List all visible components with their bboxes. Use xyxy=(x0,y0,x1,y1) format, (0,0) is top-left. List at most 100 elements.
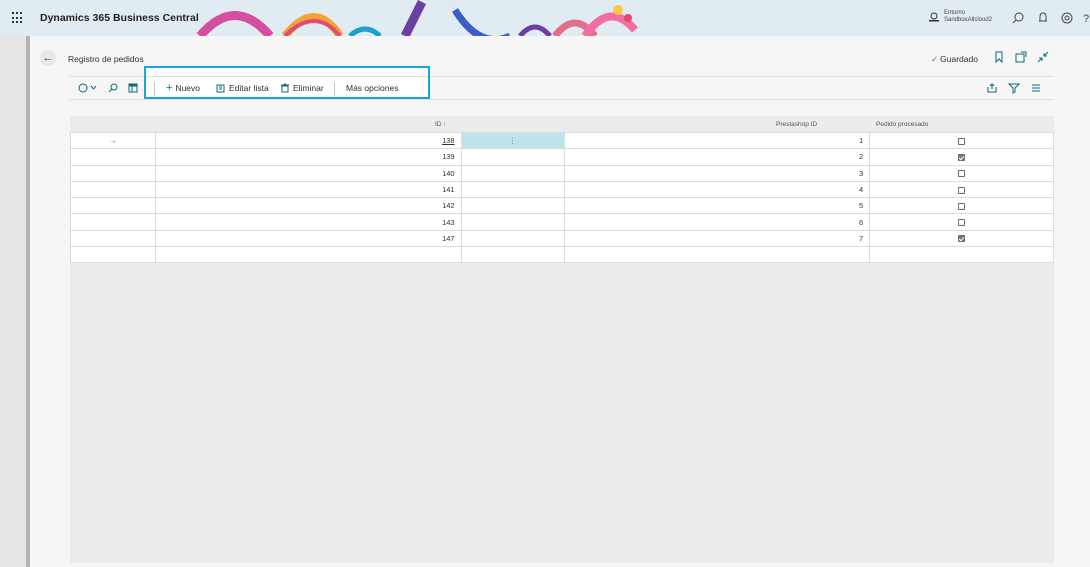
id-value: 139 xyxy=(442,152,455,162)
open-new-window-icon[interactable] xyxy=(1015,51,1027,63)
bookmark-icon[interactable] xyxy=(993,51,1005,63)
table-row[interactable]: 139 2 xyxy=(70,148,1054,166)
cell-empty[interactable] xyxy=(460,213,565,231)
saved-label: Guardado xyxy=(940,54,978,64)
table-row[interactable]: 141 4 xyxy=(70,180,1054,199)
id-value[interactable]: 138 xyxy=(442,136,455,145)
cell-prestashop-id[interactable]: 1 xyxy=(563,131,871,150)
help-icon[interactable]: ? xyxy=(1081,11,1090,25)
prestashop-id-value: 5 xyxy=(859,201,864,211)
cell-empty[interactable] xyxy=(869,246,1054,264)
layout-icon[interactable] xyxy=(128,83,138,93)
cell-prestashop-id[interactable]: 5 xyxy=(563,197,871,215)
id-value: 141 xyxy=(442,185,455,195)
prestashop-id-value: 7 xyxy=(859,233,864,243)
cell-id[interactable]: 147 xyxy=(154,229,462,248)
cell-prestashop-id[interactable]: 3 xyxy=(563,164,871,182)
app-header: Dynamics 365 Business Central Entorno Sa… xyxy=(0,0,1090,36)
column-header-id[interactable]: ID ↑ xyxy=(435,121,447,128)
cell-processed[interactable] xyxy=(869,229,1054,248)
table-row[interactable]: 143 6 xyxy=(70,213,1054,231)
cell-id[interactable]: 138 xyxy=(154,131,462,150)
column-header-prestashop-id[interactable]: Prestashop ID xyxy=(776,121,817,128)
collapse-icon[interactable] xyxy=(1037,51,1049,63)
search-list-icon[interactable] xyxy=(108,83,118,93)
cell-processed[interactable] xyxy=(869,213,1054,231)
processed-checkbox[interactable] xyxy=(958,153,966,161)
page-content: ← Registro de pedidos ✓ Guardado + Nuevo … xyxy=(30,36,1090,567)
id-value: 147 xyxy=(442,233,455,243)
processed-checkbox[interactable] xyxy=(958,219,966,227)
cell-processed[interactable] xyxy=(869,164,1054,182)
cell-empty[interactable] xyxy=(460,246,565,264)
filter-icon[interactable] xyxy=(1008,82,1020,94)
app-launcher-icon[interactable] xyxy=(12,12,24,24)
table-row[interactable]: → 138 ⋮ 1 xyxy=(70,131,1054,150)
back-arrow-icon: ← xyxy=(42,52,54,64)
cell-processed[interactable] xyxy=(869,131,1054,150)
row-indicator[interactable] xyxy=(70,148,156,166)
environment-info[interactable]: Entorno SandboxAllcloud2 xyxy=(928,10,992,24)
list-view-icon[interactable] xyxy=(1030,82,1042,94)
back-button[interactable]: ← xyxy=(40,50,56,66)
cell-processed[interactable] xyxy=(869,180,1054,199)
cell-empty[interactable] xyxy=(460,229,565,248)
cell-empty[interactable] xyxy=(154,246,462,264)
environment-label: Entorno xyxy=(944,10,966,16)
prestashop-id-value: 1 xyxy=(859,136,864,146)
processed-checkbox[interactable] xyxy=(958,235,966,243)
saved-status: ✓ Guardado xyxy=(931,54,978,65)
cell-empty[interactable] xyxy=(460,148,565,166)
row-indicator[interactable] xyxy=(70,180,156,199)
processed-checkbox[interactable] xyxy=(958,170,966,178)
processed-checkbox[interactable] xyxy=(958,186,966,194)
cell-empty[interactable] xyxy=(563,246,871,264)
table-row[interactable]: 142 5 xyxy=(70,197,1054,215)
cell-prestashop-id[interactable]: 6 xyxy=(563,213,871,231)
row-indicator[interactable] xyxy=(70,213,156,231)
row-indicator[interactable] xyxy=(70,229,156,248)
processed-checkbox[interactable] xyxy=(958,137,966,145)
cell-empty[interactable] xyxy=(460,197,565,215)
row-actions-menu[interactable]: ⋮ xyxy=(460,131,565,150)
processed-checkbox[interactable] xyxy=(958,202,966,210)
cell-prestashop-id[interactable]: 2 xyxy=(563,148,871,166)
current-row-arrow-icon[interactable]: → xyxy=(70,131,156,150)
id-value: 142 xyxy=(442,201,455,211)
table-row[interactable]: 140 3 xyxy=(70,164,1054,182)
app-title[interactable]: Dynamics 365 Business Central xyxy=(40,12,199,24)
orders-table: → 138 ⋮ 1 139 2 140 3 141 4 142 5 143 6 147 7 xyxy=(70,131,1054,264)
view-options-icon[interactable] xyxy=(78,83,98,93)
environment-icon xyxy=(929,12,939,22)
column-header-processed[interactable]: Pedido procesado xyxy=(876,121,928,128)
cell-id[interactable]: 141 xyxy=(154,180,462,199)
empty-new-row[interactable] xyxy=(70,246,1054,264)
search-icon[interactable] xyxy=(1011,11,1025,25)
row-indicator[interactable] xyxy=(70,164,156,182)
cell-processed[interactable] xyxy=(869,197,1054,215)
bell-icon[interactable] xyxy=(1036,11,1050,25)
check-icon: ✓ xyxy=(931,54,939,64)
cell-empty[interactable] xyxy=(460,164,565,182)
cell-prestashop-id[interactable]: 7 xyxy=(563,229,871,248)
svg-text:?: ? xyxy=(1083,13,1089,25)
id-value: 143 xyxy=(442,217,455,227)
cell-processed[interactable] xyxy=(869,148,1054,166)
cell-id[interactable]: 139 xyxy=(154,148,462,166)
table-row[interactable]: 147 7 xyxy=(70,229,1054,248)
environment-name: SandboxAllcloud2 xyxy=(944,17,993,23)
cell-empty[interactable] xyxy=(460,180,565,199)
cell-id[interactable]: 140 xyxy=(154,164,462,182)
left-strip xyxy=(0,36,30,567)
share-icon[interactable] xyxy=(986,82,998,94)
cell-id[interactable]: 142 xyxy=(154,197,462,215)
prestashop-id-value: 6 xyxy=(859,217,864,227)
prestashop-id-value: 3 xyxy=(859,168,864,178)
cell-empty[interactable] xyxy=(70,246,156,264)
settings-icon[interactable] xyxy=(1060,11,1074,25)
cell-prestashop-id[interactable]: 4 xyxy=(563,180,871,199)
id-value: 140 xyxy=(442,168,455,178)
row-indicator[interactable] xyxy=(70,197,156,215)
cell-id[interactable]: 143 xyxy=(154,213,462,231)
prestashop-id-value: 2 xyxy=(859,152,864,162)
